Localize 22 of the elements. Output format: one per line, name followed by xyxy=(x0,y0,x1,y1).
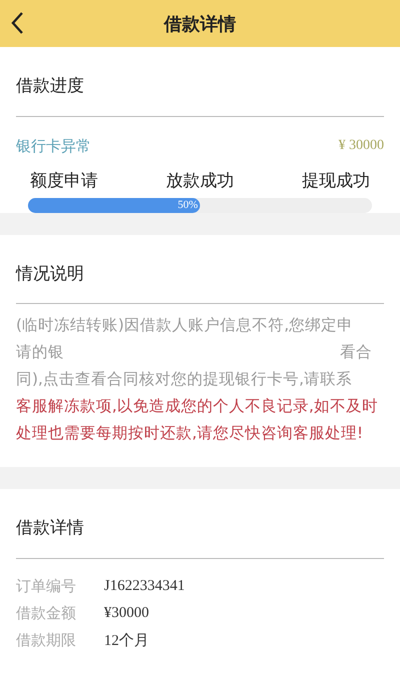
step-label: 放款成功 xyxy=(166,170,234,192)
warning-text: 客服解冻款项,以免造成您的个人不良记录,如不及时处理也需要每期按时还款,请您尽快咨询客服处理! xyxy=(16,396,379,444)
field-label: 订单编号 xyxy=(16,577,77,596)
section-title: 情况说明 xyxy=(16,263,85,285)
amount-text: ¥ 30000 xyxy=(338,138,384,154)
notice-text: (临时冻结转账)因借款人账户信息不符,您绑定申 xyxy=(16,315,354,336)
progress-percent: 50% xyxy=(178,198,198,213)
section-title: 借款详情 xyxy=(16,517,85,539)
step-label: 额度申请 xyxy=(30,170,98,192)
back-icon[interactable] xyxy=(10,11,24,35)
section-title: 借款进度 xyxy=(16,75,85,97)
field-value: J1622334341 xyxy=(104,578,185,595)
field-value: 12个月 xyxy=(104,632,149,650)
field-label: 借款金额 xyxy=(16,604,77,623)
step-label: 提现成功 xyxy=(302,170,370,192)
notice-text: 请的银 xyxy=(16,342,64,363)
field-value: ¥30000 xyxy=(104,605,149,622)
notice-text: 同),点击查看合同核对您的提现银行卡号,请联系 xyxy=(16,369,353,390)
field-label: 借款期限 xyxy=(16,631,77,650)
status-text: 银行卡异常 xyxy=(16,136,91,156)
notice-text: 看合 xyxy=(340,342,372,363)
page-title: 借款详情 xyxy=(164,12,236,36)
